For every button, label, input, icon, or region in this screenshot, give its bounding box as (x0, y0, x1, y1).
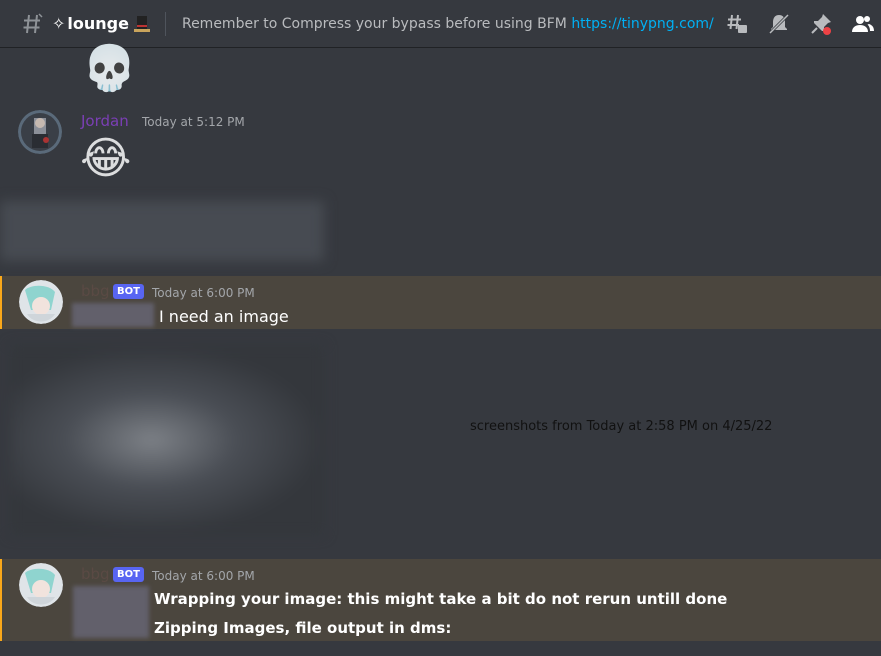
channel-topic[interactable]: Remember to Compress your bypass before … (182, 16, 714, 32)
members-icon[interactable] (851, 12, 875, 36)
top-hat-icon (133, 15, 150, 32)
message-timestamp: Today at 6:00 PM (152, 569, 255, 583)
pins-icon[interactable] (809, 12, 833, 36)
message-username[interactable]: bbg (81, 565, 110, 583)
threads-icon[interactable] (725, 12, 749, 36)
channel-prefix: ✧ (52, 14, 66, 33)
header-toolbar (725, 12, 875, 36)
message-timestamp: Today at 5:12 PM (142, 115, 245, 129)
text-channel-hash-icon (23, 12, 43, 33)
redacted-image (10, 345, 324, 535)
bot-tag: BOT (113, 567, 144, 582)
bot-tag: BOT (113, 284, 144, 299)
topic-link[interactable]: https://tinypng.com/ (571, 16, 713, 32)
skull-emoji: 💀 (82, 43, 137, 94)
mention-highlight-bar (0, 276, 2, 329)
message-username[interactable]: bbg (81, 282, 110, 300)
message-username[interactable]: Jordan (81, 112, 129, 130)
avatar[interactable] (19, 563, 63, 607)
redacted-mention (72, 303, 154, 327)
mute-icon[interactable] (767, 12, 791, 36)
header-divider (164, 11, 166, 36)
mention-highlight-bar (0, 559, 2, 641)
message-line-2: Zipping Images, file output in dms: (154, 619, 452, 637)
message-text: I need an image (159, 307, 289, 326)
message-list[interactable]: 💀 Jordan Today at 5:12 PM 😂 bbg BOT Toda… (0, 45, 881, 656)
message-timestamp: Today at 6:00 PM (152, 286, 255, 300)
joy-emoji: 😂 (80, 133, 132, 184)
avatar[interactable] (18, 110, 62, 154)
message-line-1: Wrapping your image: this might take a b… (154, 590, 728, 608)
redacted-content (0, 201, 324, 261)
redacted-embed (73, 586, 149, 638)
avatar[interactable] (19, 280, 63, 324)
channel-name: ✧ lounge (52, 14, 151, 33)
channel-title: lounge (67, 14, 129, 33)
topic-text: Remember to Compress your bypass before … (181, 15, 572, 32)
screenshot-caption: screenshots from Today at 2:58 PM on 4/2… (470, 419, 773, 434)
